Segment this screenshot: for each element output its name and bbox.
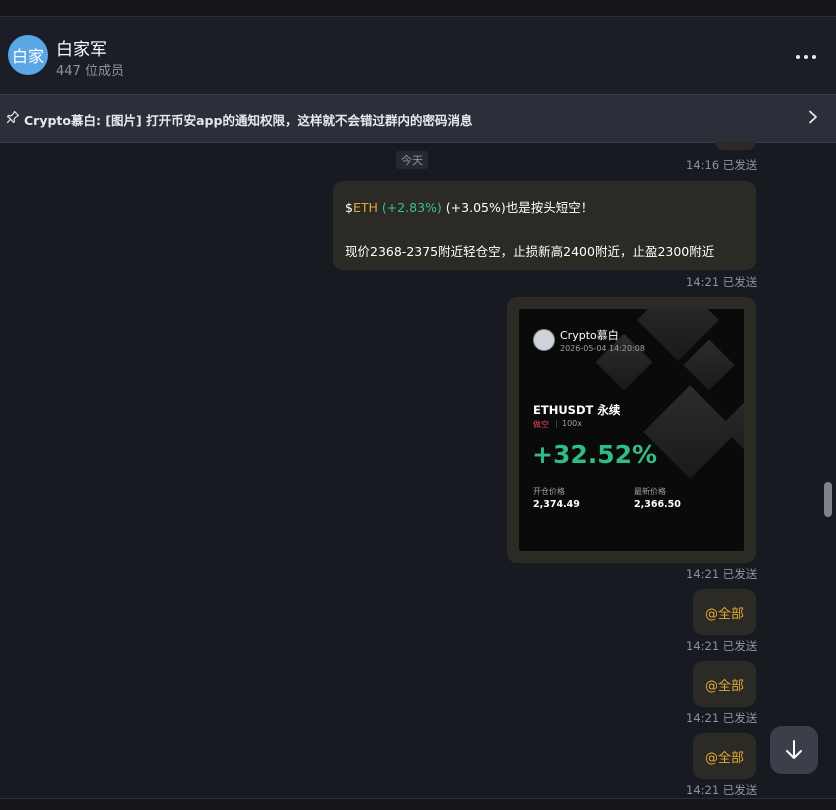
- card-trading-pair: ETHUSDT 永续: [533, 403, 621, 417]
- message-meta: 14:21 已发送: [686, 783, 758, 797]
- card-separator: |: [555, 419, 558, 428]
- pin-icon: [6, 110, 20, 124]
- card-username: Crypto慕白: [560, 329, 619, 342]
- card-pnl-percent: +32.52%: [532, 440, 658, 469]
- cashtag-eth[interactable]: ETH: [353, 200, 378, 215]
- card-last-price-value: 2,366.50: [634, 499, 681, 510]
- message-bubble-mention-all[interactable]: @全部: [693, 589, 756, 635]
- message-meta: 14:21 已发送: [686, 639, 758, 653]
- message-bubble-eth-call[interactable]: $ETH (+2.83%) (+3.05%)也是按头短空！ 现价2368-237…: [333, 181, 756, 270]
- previous-message-bubble-edge: [715, 142, 756, 150]
- card-open-price-label: 开仓价格: [533, 487, 565, 496]
- more-options-button[interactable]: [794, 45, 818, 69]
- window-bottom-strip: [0, 798, 836, 810]
- logo-diamond: [720, 390, 744, 462]
- chat-header: 白家 白家军 447 位成员: [0, 17, 836, 94]
- logo-diamond: [643, 385, 737, 479]
- date-separator: 今天: [396, 151, 428, 169]
- mention-all[interactable]: @全部: [705, 747, 744, 766]
- card-leverage: 100x: [562, 419, 583, 428]
- message-meta: 14:16 已发送: [686, 158, 758, 172]
- mention-all[interactable]: @全部: [705, 675, 744, 694]
- scroll-to-bottom-button[interactable]: [770, 726, 818, 774]
- chevron-right-icon: [809, 110, 817, 124]
- message-text-rest: (+3.05%)也是按头短空！: [441, 200, 594, 215]
- message-bubble-mention-all[interactable]: @全部: [693, 661, 756, 707]
- message-line-2: 现价2368-2375附近轻仓空，止损新高2400附近，止盈2300附近: [345, 244, 715, 259]
- window-top-strip: [0, 0, 836, 17]
- card-user-avatar: [533, 329, 555, 351]
- group-title[interactable]: 白家军: [56, 35, 107, 60]
- arrow-down-icon: [786, 740, 802, 759]
- trade-pnl-card-image[interactable]: Crypto慕白 2026-05-04 14:20:08 ETHUSDT 永续 …: [519, 309, 744, 551]
- pinned-message-text: Crypto慕白: [图片] 打开币安app的通知权限，这样就不会错过群内的密码…: [24, 113, 473, 128]
- dot: [804, 55, 808, 59]
- message-bubble-mention-all[interactable]: @全部: [693, 733, 756, 779]
- card-position-side: 做空: [533, 420, 549, 429]
- pinned-message-bar[interactable]: Crypto慕白: [图片] 打开币安app的通知权限，这样就不会错过群内的密码…: [0, 94, 836, 143]
- card-last-price-label: 最新价格: [634, 487, 666, 496]
- message-meta: 14:21 已发送: [686, 711, 758, 725]
- avatar-initials: 白家: [11, 47, 44, 66]
- dollar-prefix: $: [345, 200, 353, 215]
- message-meta: 14:21 已发送: [686, 275, 758, 289]
- message-bubble-image[interactable]: Crypto慕白 2026-05-04 14:20:08 ETHUSDT 永续 …: [507, 297, 756, 563]
- chat-scrollbar-thumb[interactable]: [824, 482, 832, 517]
- price-change-pct: (+2.83%): [377, 200, 442, 215]
- group-avatar[interactable]: 白家: [8, 35, 48, 75]
- mention-all[interactable]: @全部: [705, 603, 744, 622]
- card-datetime: 2026-05-04 14:20:08: [560, 344, 645, 353]
- member-count: 447 位成员: [56, 64, 124, 79]
- message-meta: 14:21 已发送: [686, 567, 758, 581]
- more-vertical-dots-icon: [796, 55, 800, 59]
- card-open-price-value: 2,374.49: [533, 499, 580, 510]
- dot: [812, 55, 816, 59]
- message-line-1: $ETH (+2.83%) (+3.05%)也是按头短空！: [345, 197, 593, 216]
